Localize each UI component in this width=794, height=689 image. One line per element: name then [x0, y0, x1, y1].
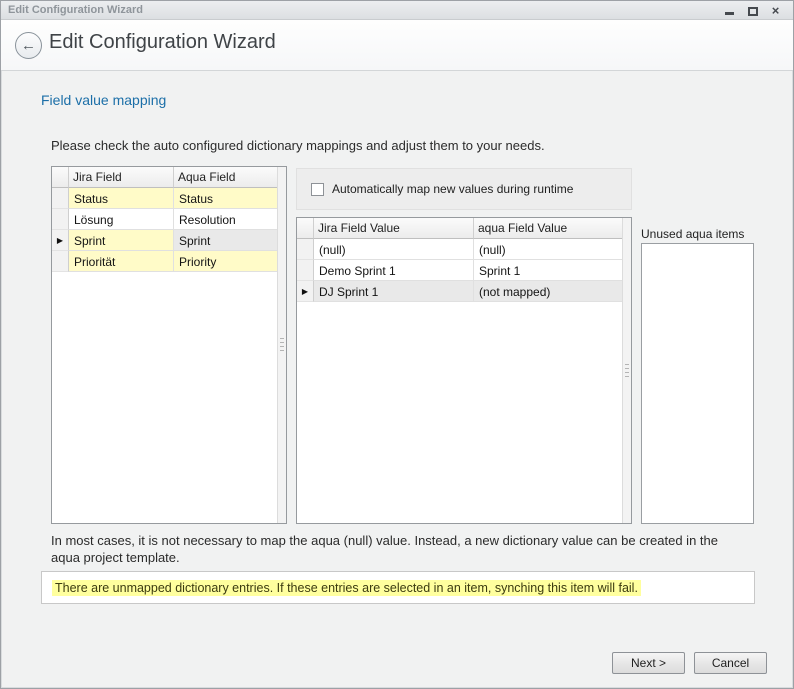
cell-aqua-field[interactable]: Sprint — [174, 230, 286, 251]
table-row[interactable]: Demo Sprint 1 Sprint 1 — [297, 260, 631, 281]
warning-box: There are unmapped dictionary entries. I… — [41, 571, 755, 604]
table-row[interactable]: Priorität Priority — [52, 251, 286, 272]
runtime-option-panel: Automatically map new values during runt… — [296, 168, 632, 210]
vertical-scrollbar[interactable] — [622, 218, 631, 523]
cell-jira-field[interactable]: Priorität — [69, 251, 174, 272]
value-mapping-grid: Jira Field Value aqua Field Value (null)… — [296, 217, 632, 524]
row-header[interactable] — [52, 209, 69, 230]
value-grid-corner-header — [297, 218, 314, 239]
table-row[interactable]: ▶ DJ Sprint 1 (not mapped) — [297, 281, 631, 302]
row-header[interactable] — [52, 188, 69, 209]
current-row-marker-icon: ▶ — [302, 287, 308, 296]
back-button[interactable]: ← — [15, 32, 42, 59]
titlebar: Edit Configuration Wizard × — [1, 1, 793, 20]
page-title: Edit Configuration Wizard — [49, 31, 276, 54]
back-arrow-icon: ← — [21, 37, 36, 54]
field-grid-corner-header — [52, 167, 69, 188]
section-title: Field value mapping — [41, 92, 166, 108]
row-header[interactable] — [297, 239, 314, 260]
value-grid-header-row: Jira Field Value aqua Field Value — [297, 218, 631, 239]
vertical-scrollbar[interactable] — [277, 167, 286, 523]
cell-jira-value[interactable]: DJ Sprint 1 — [314, 281, 474, 302]
table-row[interactable]: Status Status — [52, 188, 286, 209]
cell-aqua-value[interactable]: (not mapped) — [474, 281, 631, 302]
cell-aqua-value[interactable]: Sprint 1 — [474, 260, 631, 281]
row-header-selected[interactable]: ▶ — [52, 230, 69, 251]
table-row[interactable]: Lösung Resolution — [52, 209, 286, 230]
auto-map-checkbox-label: Automatically map new values during runt… — [332, 182, 573, 196]
cell-jira-value[interactable]: Demo Sprint 1 — [314, 260, 474, 281]
cell-jira-field[interactable]: Sprint — [69, 230, 174, 251]
cell-jira-field[interactable]: Status — [69, 188, 174, 209]
cell-aqua-field[interactable]: Resolution — [174, 209, 286, 230]
maximize-button[interactable] — [745, 4, 760, 17]
caption-buttons: × — [722, 4, 786, 17]
instruction-text: Please check the auto configured diction… — [51, 138, 545, 153]
edit-configuration-wizard-window: Edit Configuration Wizard × ← Edit Confi… — [0, 0, 794, 689]
table-row[interactable]: (null) (null) — [297, 239, 631, 260]
row-header-selected[interactable]: ▶ — [297, 281, 314, 302]
minimize-button[interactable] — [722, 4, 737, 17]
maximize-icon — [748, 7, 758, 16]
current-row-marker-icon: ▶ — [57, 236, 63, 245]
field-mapping-grid: Jira Field Aqua Field Status Status Lösu… — [51, 166, 287, 524]
table-row[interactable]: ▶ Sprint Sprint — [52, 230, 286, 251]
close-icon: × — [772, 4, 780, 17]
cell-aqua-field[interactable]: Priority — [174, 251, 286, 272]
note-text: In most cases, it is not necessary to ma… — [51, 532, 741, 566]
field-grid-column-header-jira[interactable]: Jira Field — [69, 167, 174, 188]
cell-jira-value[interactable]: (null) — [314, 239, 474, 260]
unused-aqua-items-list[interactable] — [641, 243, 754, 524]
cancel-button[interactable]: Cancel — [694, 652, 767, 674]
unused-aqua-items-label: Unused aqua items — [641, 227, 744, 241]
field-grid-header-row: Jira Field Aqua Field — [52, 167, 286, 188]
row-header[interactable] — [52, 251, 69, 272]
scrollbar-grip-icon — [280, 338, 284, 352]
value-grid-column-header-jira[interactable]: Jira Field Value — [314, 218, 474, 239]
close-button[interactable]: × — [768, 4, 783, 17]
wizard-header: ← Edit Configuration Wizard — [1, 20, 793, 71]
minimize-icon — [725, 12, 734, 15]
cell-jira-field[interactable]: Lösung — [69, 209, 174, 230]
value-grid-column-header-aqua[interactable]: aqua Field Value — [474, 218, 631, 239]
titlebar-title: Edit Configuration Wizard — [8, 4, 143, 16]
next-button[interactable]: Next > — [612, 652, 685, 674]
cell-aqua-value[interactable]: (null) — [474, 239, 631, 260]
field-grid-column-header-aqua[interactable]: Aqua Field — [174, 167, 286, 188]
auto-map-checkbox[interactable] — [311, 183, 324, 196]
warning-text: There are unmapped dictionary entries. I… — [52, 580, 641, 596]
scrollbar-grip-icon — [625, 364, 629, 378]
cell-aqua-field[interactable]: Status — [174, 188, 286, 209]
row-header[interactable] — [297, 260, 314, 281]
